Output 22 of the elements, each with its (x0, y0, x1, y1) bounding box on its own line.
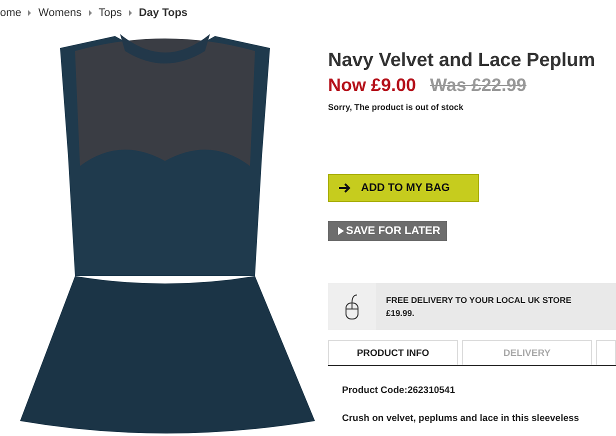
tab[interactable]: PRODUCT INFO (328, 340, 458, 365)
tab[interactable] (596, 340, 616, 365)
delivery-text: £19.99. (386, 308, 416, 318)
breadcrumb-link[interactable]: Tops (98, 7, 122, 19)
mouse-icon (344, 292, 360, 320)
breadcrumb-link[interactable]: ome (0, 7, 22, 19)
add-to-bag-button[interactable]: ADD TO MY BAG (328, 174, 479, 202)
chevron-icon (88, 10, 92, 16)
product-code: Product Code:262310541 (342, 385, 456, 396)
arrow-icon (339, 183, 351, 193)
product-description: Crush on velvet, peplums and lace in this sleeveless (342, 413, 580, 424)
breadcrumb-link[interactable]: Womens (38, 7, 82, 19)
original-price: Was £22.99 (430, 75, 526, 96)
breadcrumb-link[interactable]: Day Tops (138, 7, 188, 19)
sale-price: Now £9.00 (328, 75, 416, 96)
play-icon (338, 227, 344, 235)
save-for-later-button[interactable]: SAVE FOR LATER (328, 221, 448, 241)
product-title: Navy Velvet and Lace Peplum (328, 50, 596, 72)
chevron-icon (28, 10, 32, 16)
stock-message: Sorry, The product is out of stock (328, 102, 464, 112)
delivery-text: FREE DELIVERY TO YOUR LOCAL UK STORE (386, 295, 572, 305)
chevron-icon (128, 10, 132, 16)
